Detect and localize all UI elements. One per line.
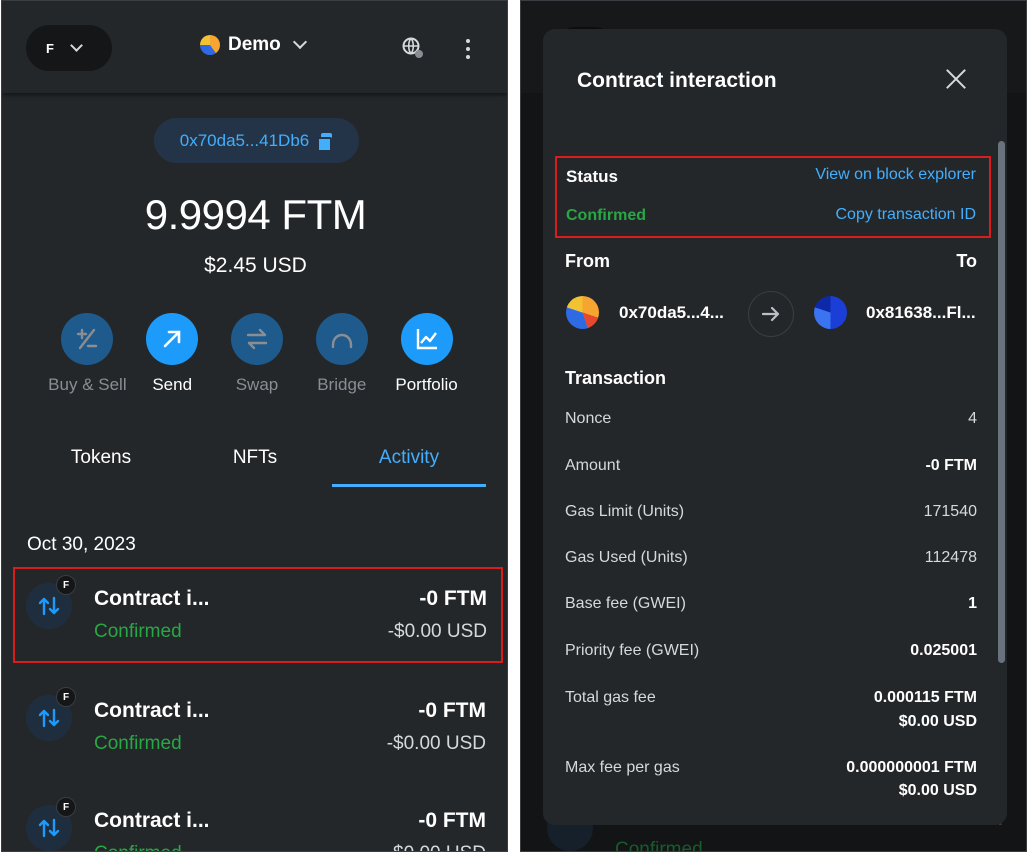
gas-limit-value: 171540 [923,503,977,520]
top-bar: F Demo [2,1,507,93]
bridge-button[interactable]: Bridge [299,313,384,395]
transaction-row[interactable]: F Contract i... Confirmed -0 FTM -$0.00 … [13,567,503,663]
activity-date-header: Oct 30, 2023 [27,534,136,555]
transaction-fiat: -$0.00 USD [386,733,486,754]
asset-tabs: Tokens NFTs Activity [24,439,486,487]
send-button[interactable]: Send [130,313,215,395]
nonce-label: Nonce [565,410,612,427]
transaction-amount: -0 FTM [418,809,486,832]
network-badge: F [56,797,76,817]
to-label: To [956,251,977,271]
priority-fee-label: Priority fee (GWEI) [565,642,700,659]
transaction-status: Confirmed [94,733,182,754]
account-name: Demo [228,34,281,55]
wallet-home-panel: F Demo 0x70da5...41Db6 9.9994 FTM $2.45 … [1,0,508,852]
base-fee-value: 1 [968,595,977,612]
max-fee-per-gas-label: Max fee per gas [565,759,680,776]
action-buttons: Buy & Sell Send Swap Bridge Portfolio [45,313,469,395]
copy-icon [317,132,333,152]
dimmed-transaction-status: Confirmed [615,839,703,852]
status-label: Status [566,167,618,186]
transaction-amount: -0 FTM [419,587,487,610]
transaction-status: Confirmed [94,621,182,642]
network-letter: F [46,40,54,56]
total-gas-fee-label: Total gas fee [565,689,656,706]
network-badge: F [56,575,76,595]
network-badge: F [56,687,76,707]
buy-sell-label: Buy & Sell [48,375,127,394]
amount-value: -0 FTM [925,457,977,474]
swap-icon [230,313,283,365]
from-avatar [566,296,599,329]
account-avatar [200,35,220,55]
send-label: Send [152,375,193,394]
amount-label: Amount [565,457,621,474]
max-fee-per-gas-fiat: $0.00 USD [898,782,977,799]
bridge-icon [315,313,368,365]
transaction-section-title: Transaction [565,368,667,388]
gas-used-value: 112478 [924,549,977,566]
arrow-right-icon [748,291,794,337]
bridge-label: Bridge [317,375,367,394]
chevron-down-icon [292,34,307,50]
from-address[interactable]: 0x70da5...4... [619,303,724,323]
transaction-row[interactable]: F Contract i... Confirmed -0 FTM -$0.00 … [2,789,507,851]
tab-activity[interactable]: Activity [332,439,486,487]
buy-sell-icon [61,313,114,365]
total-gas-fee-value: 0.000115 FTM [873,689,977,706]
transaction-title: Contract i... [94,587,210,610]
status-value: Confirmed [566,207,646,224]
more-options-icon[interactable] [461,39,475,59]
from-label: From [565,251,610,271]
status-section: Status Confirmed View on block explorer … [555,156,991,238]
portfolio-button[interactable]: Portfolio [384,313,469,395]
chevron-down-icon [70,39,83,52]
base-fee-label: Base fee (GWEI) [565,595,686,612]
account-address: 0x70da5...41Db6 [179,130,310,150]
portfolio-icon [400,313,453,365]
transaction-details-modal: Contract interaction Status Confirmed Vi… [543,29,1007,825]
gas-limit-label: Gas Limit (Units) [565,503,685,520]
modal-scrollbar[interactable] [998,141,1005,663]
nonce-value: 4 [968,410,977,427]
transaction-status: Confirmed [94,843,182,851]
transaction-details-panel: Contract i... Confirmed -0 FTM Contract … [520,0,1027,852]
gas-used-label: Gas Used (Units) [565,549,688,566]
swap-button[interactable]: Swap [215,313,300,395]
token-balance: 9.9994 FTM [144,191,367,238]
close-icon[interactable] [944,67,968,91]
view-on-block-explorer-link[interactable]: View on block explorer [815,166,976,184]
tab-tokens[interactable]: Tokens [24,439,178,487]
network-picker[interactable]: F [26,25,112,71]
copy-transaction-id-link[interactable]: Copy transaction ID [835,206,976,224]
modal-title: Contract interaction [577,69,777,92]
transaction-amount: -0 FTM [418,699,486,722]
connected-sites-icon[interactable] [402,37,424,59]
fiat-balance: $2.45 USD [204,254,307,277]
total-gas-fee-fiat: $0.00 USD [898,713,977,730]
transaction-fiat: -$0.00 USD [387,621,487,642]
account-picker[interactable]: Demo [200,34,307,56]
send-icon [146,313,199,365]
transaction-fiat: -$0.00 USD [387,843,486,851]
tab-nfts[interactable]: NFTs [178,439,332,487]
transaction-row[interactable]: F Contract i... Confirmed -0 FTM -$0.00 … [2,679,507,775]
transaction-title: Contract i... [94,809,210,832]
to-address[interactable]: 0x81638...Fl... [866,303,976,323]
to-avatar [814,296,847,329]
priority-fee-value: 0.025001 [910,642,977,659]
swap-label: Swap [235,375,279,394]
portfolio-label: Portfolio [395,375,458,394]
account-address-button[interactable]: 0x70da5...41Db6 [154,118,359,163]
transaction-title: Contract i... [94,699,210,722]
buy-sell-button[interactable]: Buy & Sell [45,313,130,395]
max-fee-per-gas-value: 0.000000001 FTM [846,759,977,776]
